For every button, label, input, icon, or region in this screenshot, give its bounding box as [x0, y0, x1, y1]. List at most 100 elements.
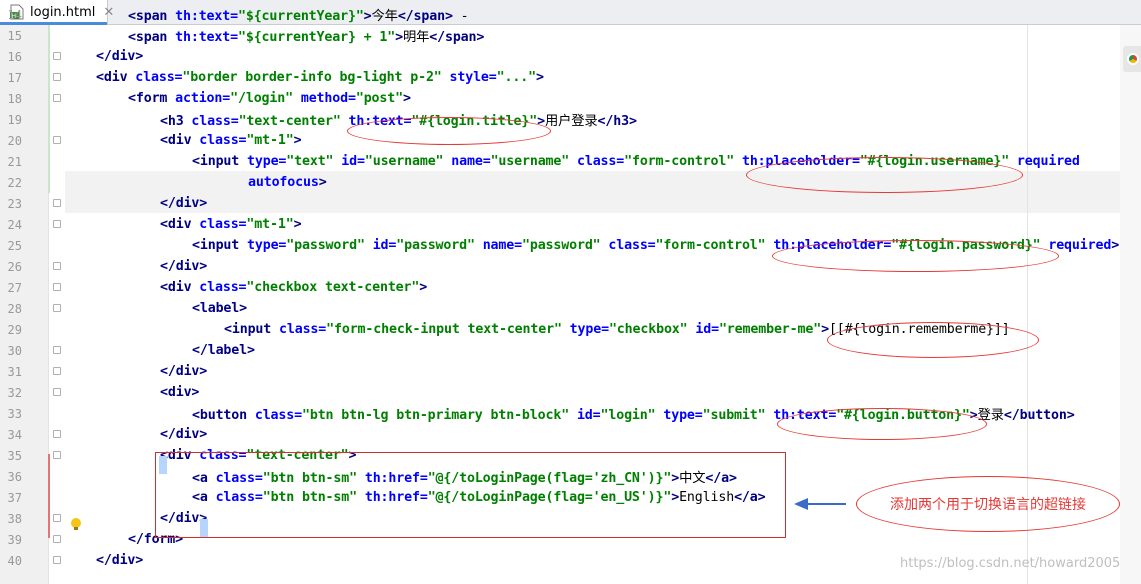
fold-toggle-icon[interactable] — [53, 136, 61, 144]
callout-note: 添加两个用于切换语言的超链接 — [856, 476, 1120, 532]
line-number: 20 — [7, 133, 22, 148]
line-number: 24 — [7, 217, 22, 232]
code-token: "/login" — [230, 91, 301, 106]
code-token: method= — [300, 91, 356, 106]
code-token: - — [452, 9, 469, 24]
fold-toggle-icon[interactable] — [53, 535, 61, 543]
code-token: "text-center" — [238, 114, 349, 129]
code-token: > — [293, 133, 302, 148]
code-token: </h3> — [597, 114, 637, 129]
lightbulb-icon[interactable] — [71, 518, 81, 530]
fold-toggle-icon[interactable] — [53, 514, 61, 522]
code-token: 今年 — [371, 9, 398, 24]
code-text: <div class="border border-info bg-light … — [96, 70, 544, 85]
fold-toggle-icon[interactable] — [53, 346, 61, 354]
line-number: 30 — [7, 343, 22, 358]
code-token: > — [363, 9, 372, 24]
code-token: class= — [199, 133, 247, 148]
highlight-circle-title — [347, 117, 551, 145]
code-token: name= — [482, 238, 522, 253]
code-token: <h3 — [160, 114, 192, 129]
code-token: action= — [175, 91, 231, 106]
code-token: "form-control" — [655, 238, 774, 253]
fold-toggle-icon[interactable] — [53, 388, 61, 396]
highlight-circle-username — [746, 157, 1023, 193]
code-token: "password" — [396, 238, 483, 253]
fold-toggle-icon[interactable] — [53, 262, 61, 270]
fold-toggle-icon[interactable] — [53, 430, 61, 438]
code-line[interactable]: 15 <span th:text="${currentYear} + 1">明年<… — [0, 25, 1141, 46]
code-line[interactable]: 20 <div class="mt-1"> — [0, 130, 1141, 151]
code-token: </div> — [160, 196, 208, 211]
code-text: <div class="mt-1"> — [160, 133, 302, 148]
line-number: 33 — [7, 406, 22, 421]
code-token: </span> — [397, 9, 453, 24]
line-number: 19 — [7, 112, 22, 127]
code-line[interactable]: 31 </div> — [0, 361, 1141, 382]
fold-toggle-icon[interactable] — [53, 556, 61, 564]
code-token: "remember-me" — [718, 322, 822, 337]
code-line[interactable]: 28 <label> — [0, 298, 1141, 319]
code-token: </div> — [96, 49, 144, 64]
code-token: "post" — [355, 91, 403, 106]
fold-toggle-icon[interactable] — [53, 220, 61, 228]
code-line[interactable]: 27 <div class="checkbox text-center"> — [0, 277, 1141, 298]
line-number: 22 — [7, 175, 22, 190]
line-number: 16 — [7, 49, 22, 64]
code-token: "username" — [490, 154, 577, 169]
code-token: <form — [128, 91, 176, 106]
code-token: th:text= — [175, 30, 238, 45]
code-text: </label> — [192, 343, 255, 358]
code-token: <div> — [160, 385, 200, 400]
fold-toggle-icon[interactable] — [53, 304, 61, 312]
code-line[interactable]: 32 <div> — [0, 382, 1141, 403]
fold-toggle-icon[interactable] — [53, 367, 61, 375]
code-token: > — [419, 280, 428, 295]
fold-toggle-icon[interactable] — [53, 52, 61, 60]
code-token: 明年 — [402, 30, 430, 45]
code-token: "form-control" — [624, 154, 742, 169]
code-token: </button> — [1003, 408, 1075, 423]
code-token: "password" — [521, 238, 609, 253]
code-token: "username" — [364, 154, 452, 169]
code-token: class= — [279, 322, 327, 337]
code-token: 用户登录 — [544, 114, 598, 129]
code-token: </div> — [96, 553, 144, 568]
code-token: > — [1111, 238, 1120, 253]
code-token: th:text= — [175, 9, 238, 24]
code-line[interactable]: 14 <span th:text="${currentYear}">今年</spa… — [0, 4, 1141, 25]
code-text: <label> — [192, 301, 247, 316]
code-token: <div — [160, 217, 200, 232]
fold-toggle-icon[interactable] — [53, 283, 61, 291]
line-number: 15 — [7, 28, 22, 43]
code-line[interactable]: 18 <form action="/login" method="post"> — [0, 88, 1141, 109]
code-token: required — [1016, 154, 1080, 169]
code-token: <div — [96, 70, 136, 85]
code-token: "..." — [496, 70, 536, 85]
code-text: <div class="mt-1"> — [160, 217, 302, 232]
code-token: </label> — [192, 343, 255, 358]
code-token: "text" — [286, 154, 342, 169]
code-line[interactable]: 24 <div class="mt-1"> — [0, 214, 1141, 235]
code-token: <input — [224, 322, 279, 337]
fold-toggle-icon[interactable] — [53, 451, 61, 459]
line-number: 23 — [7, 196, 22, 211]
code-line[interactable]: 19 <h3 class="text-center" th:text="#{log… — [0, 109, 1141, 130]
code-line[interactable]: 23 </div> — [0, 193, 1141, 214]
code-token: </span> — [429, 30, 485, 45]
line-number: 39 — [7, 532, 22, 547]
fold-toggle-icon[interactable] — [53, 94, 61, 102]
fold-toggle-icon[interactable] — [53, 73, 61, 81]
code-token: <label> — [192, 301, 247, 316]
code-line[interactable]: 17 <div class="border border-info bg-ligh… — [0, 67, 1141, 88]
fold-toggle-icon[interactable] — [53, 199, 61, 207]
code-text: </div> — [160, 427, 207, 442]
line-number: 17 — [7, 70, 22, 85]
code-text: </div> — [96, 553, 143, 568]
code-text: <span th:text="${currentYear} + 1">明年</s… — [128, 26, 484, 45]
code-line[interactable]: 16 </div> — [0, 46, 1141, 67]
code-token: class= — [576, 154, 625, 169]
line-number: 29 — [7, 322, 22, 337]
line-number: 21 — [7, 154, 22, 169]
line-number: 27 — [7, 280, 22, 295]
